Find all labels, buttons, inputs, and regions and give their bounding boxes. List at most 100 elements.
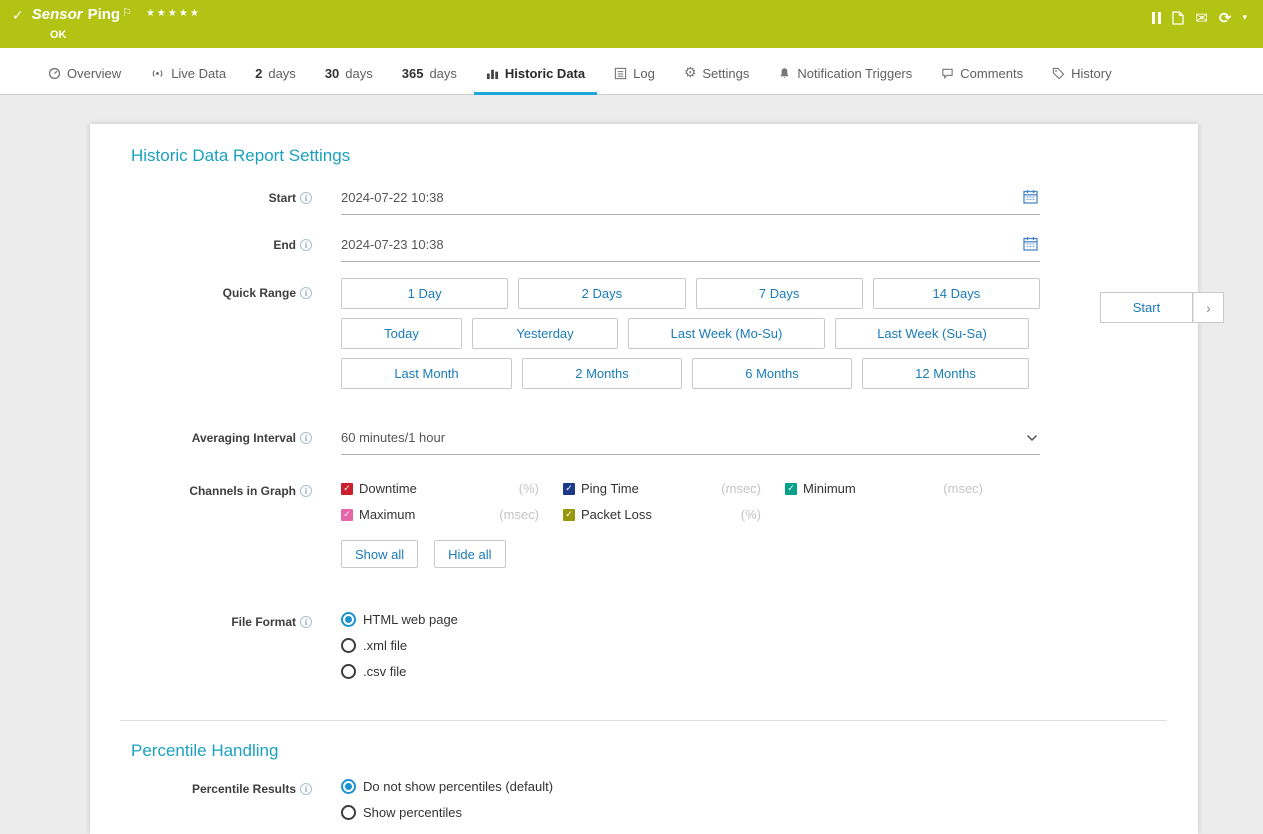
quick-range-1-day-button[interactable]: 1 Day	[341, 278, 508, 309]
bell-icon	[778, 67, 791, 80]
end-field-row: End 2024-07-23 10:38	[90, 235, 1198, 262]
tab-log[interactable]: Log	[602, 66, 667, 95]
channel-checkbox-checked[interactable]	[785, 483, 797, 495]
info-icon[interactable]	[300, 432, 312, 444]
tab-settings[interactable]: Settings	[672, 65, 762, 95]
tab-label: Settings	[702, 66, 749, 81]
section-title-percentile: Percentile Handling	[131, 741, 1198, 761]
pause-icon	[1152, 12, 1161, 24]
channel-downtime[interactable]: Downtime (%)	[341, 481, 563, 496]
info-icon[interactable]	[300, 783, 312, 795]
quick-range-2-months-button[interactable]: 2 Months	[522, 358, 682, 389]
tab-label: Notification Triggers	[797, 66, 912, 81]
tab-365-days[interactable]: 365 days	[390, 66, 469, 95]
tab-live-data[interactable]: Live Data	[138, 66, 238, 95]
report-button[interactable]	[1172, 11, 1184, 25]
radio-unselected-icon[interactable]	[341, 638, 356, 653]
radio-unselected-icon[interactable]	[341, 664, 356, 679]
pause-button[interactable]	[1152, 12, 1161, 24]
tab-30-days[interactable]: 30 days	[313, 66, 385, 95]
channel-minimum[interactable]: Minimum (msec)	[785, 481, 1007, 496]
tab-historic-data[interactable]: Historic Data	[474, 66, 597, 95]
channel-ping-time[interactable]: Ping Time (msec)	[563, 481, 785, 496]
info-icon[interactable]	[300, 239, 312, 251]
file-format-option-xml[interactable]: .xml file	[341, 638, 1040, 653]
file-format-option-csv[interactable]: .csv file	[341, 664, 1040, 679]
tab-label: Overview	[67, 66, 121, 81]
info-icon[interactable]	[300, 485, 312, 497]
quick-range-2-days-button[interactable]: 2 Days	[518, 278, 685, 309]
radio-selected-icon[interactable]	[341, 612, 356, 627]
channel-checkbox-checked[interactable]	[563, 483, 575, 495]
calendar-icon[interactable]	[1023, 189, 1038, 204]
field-label-text: Channels in Graph	[189, 484, 296, 498]
channel-checkbox-checked[interactable]	[563, 509, 575, 521]
channel-name: Downtime	[359, 481, 417, 496]
channel-name: Ping Time	[581, 481, 639, 496]
channel-checkbox-checked[interactable]	[341, 483, 353, 495]
flag-icon[interactable]	[122, 6, 132, 19]
tab-overview[interactable]: Overview	[36, 66, 133, 95]
channel-packet-loss[interactable]: Packet Loss (%)	[563, 507, 785, 522]
field-label-text: Start	[269, 191, 296, 205]
live-data-icon	[150, 67, 165, 80]
channel-toggle-buttons: Show all Hide all	[341, 540, 1040, 568]
quick-range-last-week-su-sa-button[interactable]: Last Week (Su-Sa)	[835, 318, 1029, 349]
quick-range-12-months-button[interactable]: 12 Months	[862, 358, 1029, 389]
radio-option-label: .csv file	[363, 664, 406, 679]
section-title-report-settings: Historic Data Report Settings	[131, 146, 1198, 166]
tab-label: Log	[633, 66, 655, 81]
averaging-interval-select[interactable]: 60 minutes/1 hour	[341, 428, 1040, 455]
historic-data-chart-icon	[486, 67, 499, 80]
radio-selected-icon[interactable]	[341, 779, 356, 794]
radio-unselected-icon[interactable]	[341, 805, 356, 820]
hide-all-button[interactable]: Hide all	[434, 540, 505, 568]
end-date-value: 2024-07-23 10:38	[341, 237, 444, 252]
chevron-down-icon[interactable]	[1026, 434, 1038, 442]
percentile-option-show[interactable]: Show percentiles	[341, 805, 1040, 820]
quick-range-today-button[interactable]: Today	[341, 318, 462, 349]
tab-number: 365	[402, 66, 424, 81]
start-button[interactable]: Start	[1100, 292, 1193, 323]
info-icon[interactable]	[300, 287, 312, 299]
quick-range-7-days-button[interactable]: 7 Days	[696, 278, 863, 309]
tab-notification-triggers[interactable]: Notification Triggers	[766, 66, 924, 95]
file-format-option-html[interactable]: HTML web page	[341, 612, 1040, 627]
tab-label: days	[429, 66, 456, 81]
averaging-interval-label: Averaging Interval	[90, 428, 312, 445]
quick-range-yesterday-button[interactable]: Yesterday	[472, 318, 618, 349]
tab-comments[interactable]: Comments	[929, 66, 1035, 95]
chevron-right-button[interactable]: ›	[1193, 292, 1224, 323]
calendar-icon[interactable]	[1023, 236, 1038, 251]
sensor-title-block: SensorPing ★★★★★	[12, 6, 201, 24]
quick-range-14-days-button[interactable]: 14 Days	[873, 278, 1040, 309]
priority-stars[interactable]: ★★★★★	[146, 8, 201, 19]
radio-option-label: Show percentiles	[363, 805, 462, 820]
channel-name: Maximum	[359, 507, 415, 522]
percentile-option-none[interactable]: Do not show percentiles (default)	[341, 779, 1040, 794]
refresh-icon[interactable]	[1219, 9, 1232, 27]
info-icon[interactable]	[300, 616, 312, 628]
quick-range-last-month-button[interactable]: Last Month	[341, 358, 512, 389]
tab-label: History	[1071, 66, 1111, 81]
channel-unit: (msec)	[499, 507, 539, 522]
mail-icon[interactable]	[1195, 9, 1208, 27]
channel-maximum[interactable]: Maximum (msec)	[341, 507, 563, 522]
start-field-label: Start	[90, 188, 312, 205]
end-date-input[interactable]: 2024-07-23 10:38	[341, 235, 1040, 262]
field-label-text: Quick Range	[223, 286, 296, 300]
tab-history[interactable]: History	[1040, 66, 1123, 95]
info-icon[interactable]	[300, 192, 312, 204]
sensor-title-prefix: Sensor	[32, 6, 83, 23]
sensor-title: SensorPing	[32, 6, 132, 23]
percentile-results-row: Percentile Results Do not show percentil…	[90, 779, 1198, 831]
start-date-input[interactable]: 2024-07-22 10:38	[341, 188, 1040, 215]
tab-2-days[interactable]: 2 days	[243, 66, 308, 95]
header-dropdown-caret-icon[interactable]	[1242, 13, 1247, 23]
tab-label: Historic Data	[505, 66, 585, 81]
show-all-button[interactable]: Show all	[341, 540, 418, 568]
start-date-value: 2024-07-22 10:38	[341, 190, 444, 205]
quick-range-last-week-mo-su-button[interactable]: Last Week (Mo-Su)	[628, 318, 825, 349]
channel-checkbox-checked[interactable]	[341, 509, 353, 521]
quick-range-6-months-button[interactable]: 6 Months	[692, 358, 852, 389]
